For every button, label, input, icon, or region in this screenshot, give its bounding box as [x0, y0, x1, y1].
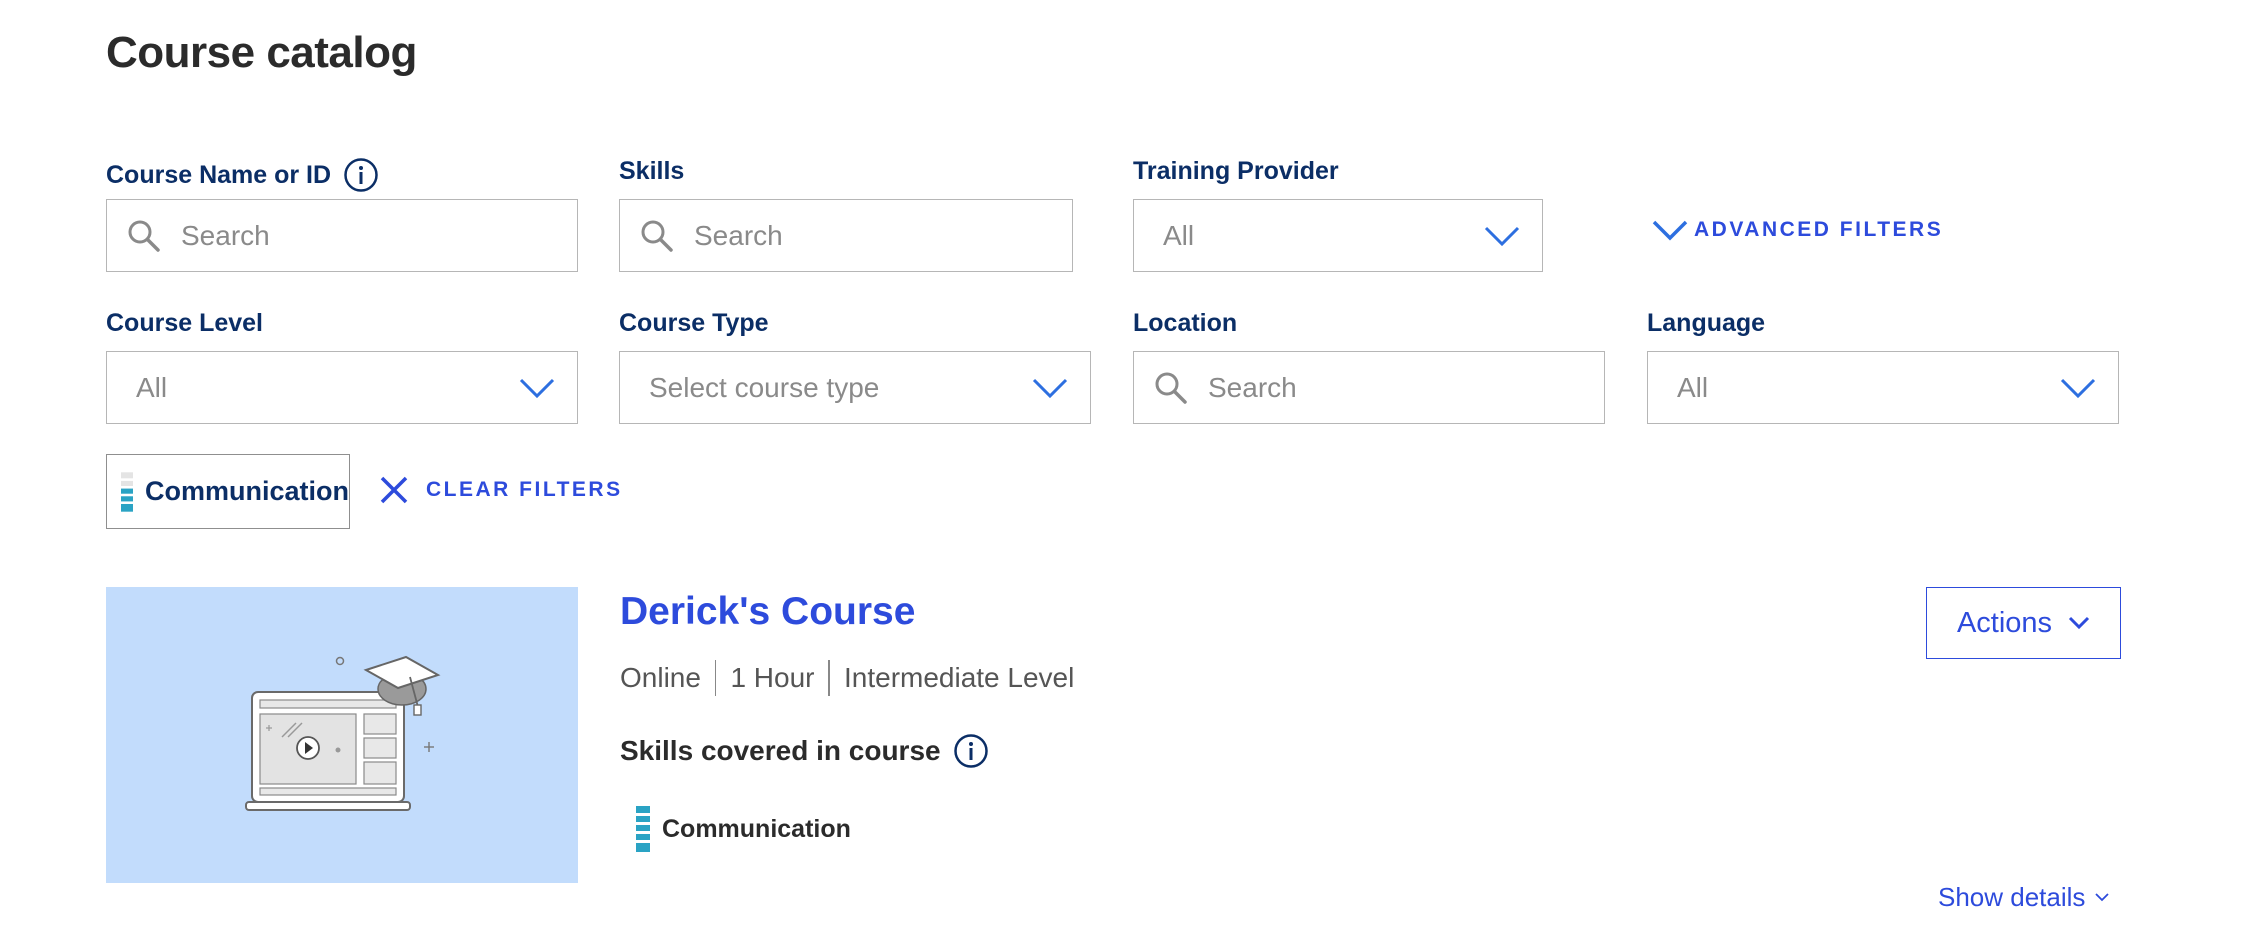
search-icon: [1155, 372, 1187, 404]
skills-heading-text: Skills covered in course: [620, 735, 941, 766]
course-level-label: Course Level: [106, 309, 264, 337]
training-provider-select[interactable]: All: [1133, 199, 1543, 272]
clear-filters-label: CLEAR FILTERS: [426, 478, 623, 501]
course-delivery: Online: [620, 662, 701, 693]
filter-chip-label: Communication: [144, 476, 349, 506]
actions-label: Actions: [1956, 606, 2053, 639]
training-provider-value: All: [1163, 219, 1195, 251]
skills-heading: Skills covered in course: [620, 733, 989, 769]
skill-level-icon: [636, 806, 650, 852]
course-level-value: All: [136, 371, 168, 403]
skills-input[interactable]: Search: [619, 199, 1073, 272]
chevron-down-icon: [1032, 378, 1068, 398]
info-icon[interactable]: [953, 733, 989, 769]
chevron-down-icon: [519, 378, 555, 398]
skills-label: Skills: [619, 157, 685, 185]
laptop-graduation-illustration: [245, 655, 441, 811]
course-type-value: Select course type: [649, 371, 880, 403]
chevron-down-icon: [2068, 616, 2090, 630]
skills-placeholder: Search: [694, 219, 783, 251]
language-value: All: [1677, 371, 1709, 403]
chevron-down-icon: [1484, 226, 1520, 246]
close-icon: [380, 476, 408, 504]
location-label: Location: [1133, 309, 1238, 337]
skill-level-icon: [121, 471, 133, 512]
filter-chip-communication[interactable]: Communication: [106, 454, 350, 529]
actions-button[interactable]: Actions: [1926, 587, 2121, 659]
skill-item: Communication: [636, 806, 851, 852]
chevron-down-icon: [1652, 220, 1688, 241]
course-title-link[interactable]: Derick's Course: [620, 590, 915, 634]
chevron-down-icon: [2095, 893, 2110, 902]
location-placeholder: Search: [1208, 371, 1297, 403]
location-input[interactable]: Search: [1133, 351, 1605, 424]
clear-filters-button[interactable]: CLEAR FILTERS: [378, 474, 623, 506]
course-name-label-text: Course Name or ID: [106, 160, 332, 189]
course-level-select[interactable]: All: [106, 351, 578, 424]
search-icon: [641, 220, 673, 252]
training-provider-label: Training Provider: [1133, 157, 1339, 185]
language-label: Language: [1647, 309, 1766, 337]
chevron-down-icon: [2060, 378, 2096, 398]
course-name-placeholder: Search: [181, 219, 270, 251]
language-select[interactable]: All: [1647, 351, 2119, 424]
meta-divider: [714, 660, 717, 696]
course-type-select[interactable]: Select course type: [619, 351, 1091, 424]
meta-divider: [828, 660, 830, 696]
course-thumbnail[interactable]: [106, 587, 578, 883]
show-details-link[interactable]: Show details: [1938, 882, 2110, 913]
page-title: Course catalog: [106, 28, 417, 77]
skill-name: Communication: [662, 814, 851, 843]
advanced-filters-label: ADVANCED FILTERS: [1694, 218, 1944, 241]
course-name-input[interactable]: Search: [106, 199, 578, 272]
course-type-label: Course Type: [619, 309, 769, 337]
course-name-label: Course Name or ID: [106, 157, 379, 193]
info-icon[interactable]: [343, 157, 379, 193]
advanced-filters-toggle[interactable]: ADVANCED FILTERS: [1652, 218, 1943, 242]
course-level: Intermediate Level: [843, 662, 1075, 693]
search-icon: [128, 220, 160, 252]
course-duration: 1 Hour: [730, 662, 815, 693]
show-details-label: Show details: [1938, 882, 2086, 912]
course-meta: Online 1 Hour Intermediate Level: [620, 660, 1074, 696]
